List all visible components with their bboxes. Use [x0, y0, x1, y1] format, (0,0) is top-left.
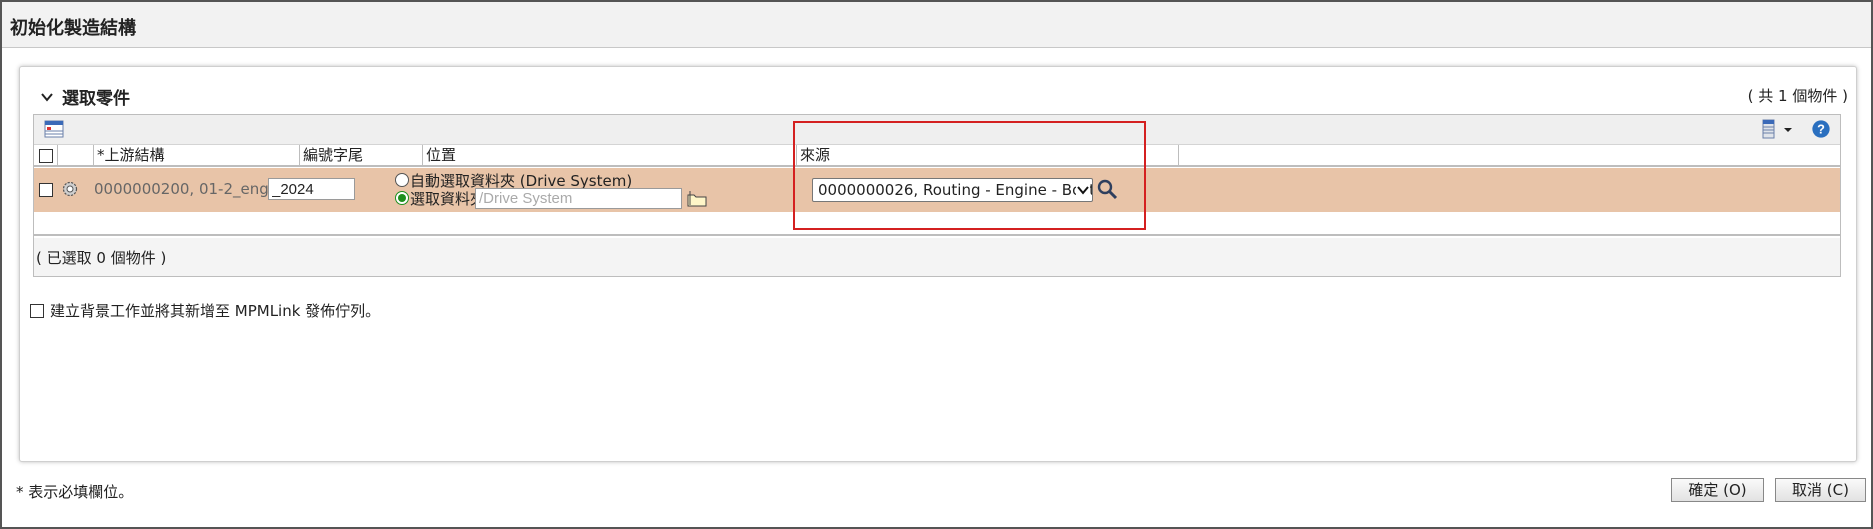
select-folder-radio[interactable] — [395, 191, 409, 205]
source-dropdown[interactable]: 0000000026, Routing - Engine - Boston — [812, 178, 1093, 202]
parts-table: ? *上游結構 編號字尾 位置 來源 0000000200, 01-2_engi… — [33, 114, 1841, 277]
selected-count: ( 已選取 0 個物件 ) — [36, 249, 167, 267]
row-checkbox[interactable] — [39, 183, 53, 197]
background-job-checkbox[interactable] — [30, 303, 44, 318]
source-dropdown-value: 0000000026, Routing - Engine - Boston — [818, 181, 1093, 199]
column-settings-icon[interactable] — [1758, 119, 1780, 139]
select-all-checkbox[interactable] — [39, 149, 53, 163]
background-job-option[interactable]: 建立背景工作並將其新增至 MPMLink 發佈佇列。 — [30, 300, 380, 321]
help-icon[interactable]: ? — [1810, 119, 1832, 139]
actions-column-header — [58, 145, 94, 167]
column-header-suffix[interactable]: 編號字尾 — [300, 145, 423, 167]
column-header-location[interactable]: 位置 — [423, 145, 797, 167]
table-footer: ( 已選取 0 個物件 ) — [34, 238, 1840, 276]
table-toolbar: ? — [34, 115, 1840, 145]
table-row[interactable]: 0000000200, 01-2_engine.asm, 自動選取資料夾 (Dr… — [34, 168, 1840, 212]
gear-icon[interactable] — [60, 179, 80, 199]
table-header: *上游結構 編號字尾 位置 來源 — [34, 145, 1840, 167]
insert-table-icon[interactable] — [43, 119, 65, 139]
suffix-input[interactable] — [268, 178, 355, 200]
required-fields-note: * 表示必填欄位。 — [16, 483, 134, 501]
folder-browse-icon[interactable] — [686, 190, 708, 208]
auto-folder-radio[interactable] — [395, 173, 409, 187]
column-header-upstream[interactable]: *上游結構 — [94, 145, 300, 167]
empty-row — [34, 212, 1840, 236]
folder-path-input[interactable] — [475, 188, 682, 209]
chevron-down-icon[interactable] — [40, 90, 54, 104]
cancel-button[interactable]: 取消 (C) — [1775, 478, 1866, 502]
ok-button[interactable]: 確定 (O) — [1671, 478, 1764, 502]
caret-down-icon[interactable] — [1782, 119, 1794, 139]
dialog-title: 初始化製造結構 — [10, 18, 136, 39]
background-job-label: 建立背景工作並將其新增至 MPMLink 發佈佇列。 — [50, 302, 381, 320]
chevron-down-icon — [1076, 183, 1090, 197]
section-title: 選取零件 — [62, 89, 130, 109]
column-header-source[interactable]: 來源 — [797, 145, 1179, 167]
title-bar: 初始化製造結構 — [2, 2, 1871, 48]
search-icon[interactable] — [1096, 178, 1118, 200]
svg-text:?: ? — [1817, 122, 1825, 137]
select-parts-panel: 選取零件 ( 共 1 個物件 ) ? *上游結構 編號字尾 位置 來源 0000… — [19, 66, 1857, 462]
select-folder-label: 選取資料夾 — [410, 190, 486, 208]
object-count: ( 共 1 個物件 ) — [1747, 87, 1848, 105]
section-header[interactable]: 選取零件 — [40, 84, 130, 109]
